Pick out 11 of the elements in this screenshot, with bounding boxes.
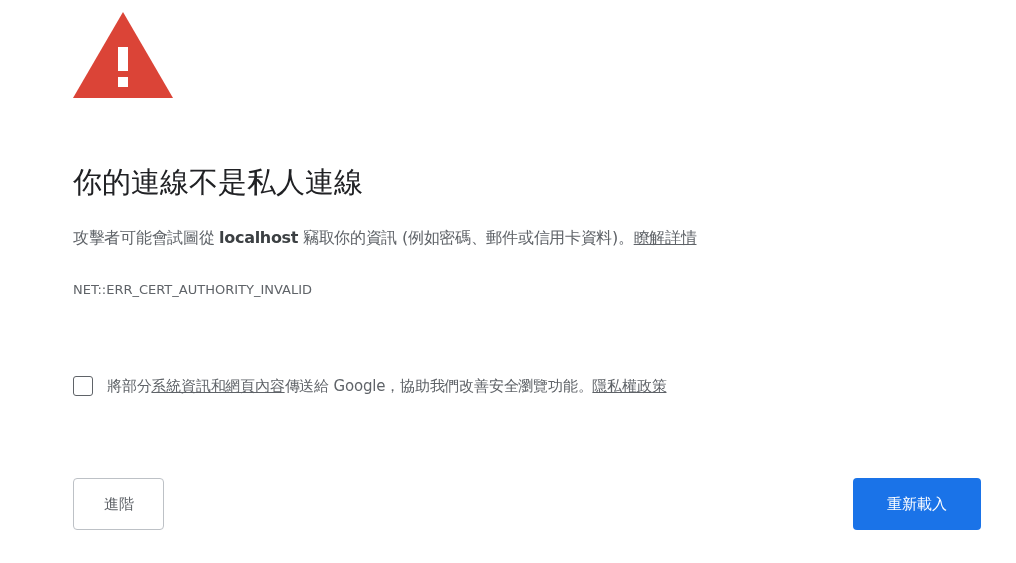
learn-more-link[interactable]: 瞭解詳情 xyxy=(633,228,697,247)
reload-button[interactable]: 重新載入 xyxy=(853,478,981,530)
link[interactable]: 系統資訊和網頁內容 xyxy=(151,376,285,395)
advanced-button[interactable]: 進階 xyxy=(73,478,164,530)
error-code: NET::ERR_CERT_AUTHORITY_INVALID xyxy=(73,281,313,299)
link[interactable]: 隱私權政策 xyxy=(592,376,667,395)
description-text: 攻擊者可能會試圖從 localhost 竊取你的資訊 (例如密碼、郵件或信用卡資料)。瞭解詳情 xyxy=(73,227,698,249)
checkbox[interactable] xyxy=(73,376,93,396)
heading: 你的連線不是私人連線 xyxy=(73,164,364,200)
warning-icon xyxy=(73,12,173,98)
checkbox-label: 將部分系統資訊和網頁內容傳送給 Google，協助我們改善安全瀏覽功能。隱私權政策 xyxy=(107,376,667,396)
